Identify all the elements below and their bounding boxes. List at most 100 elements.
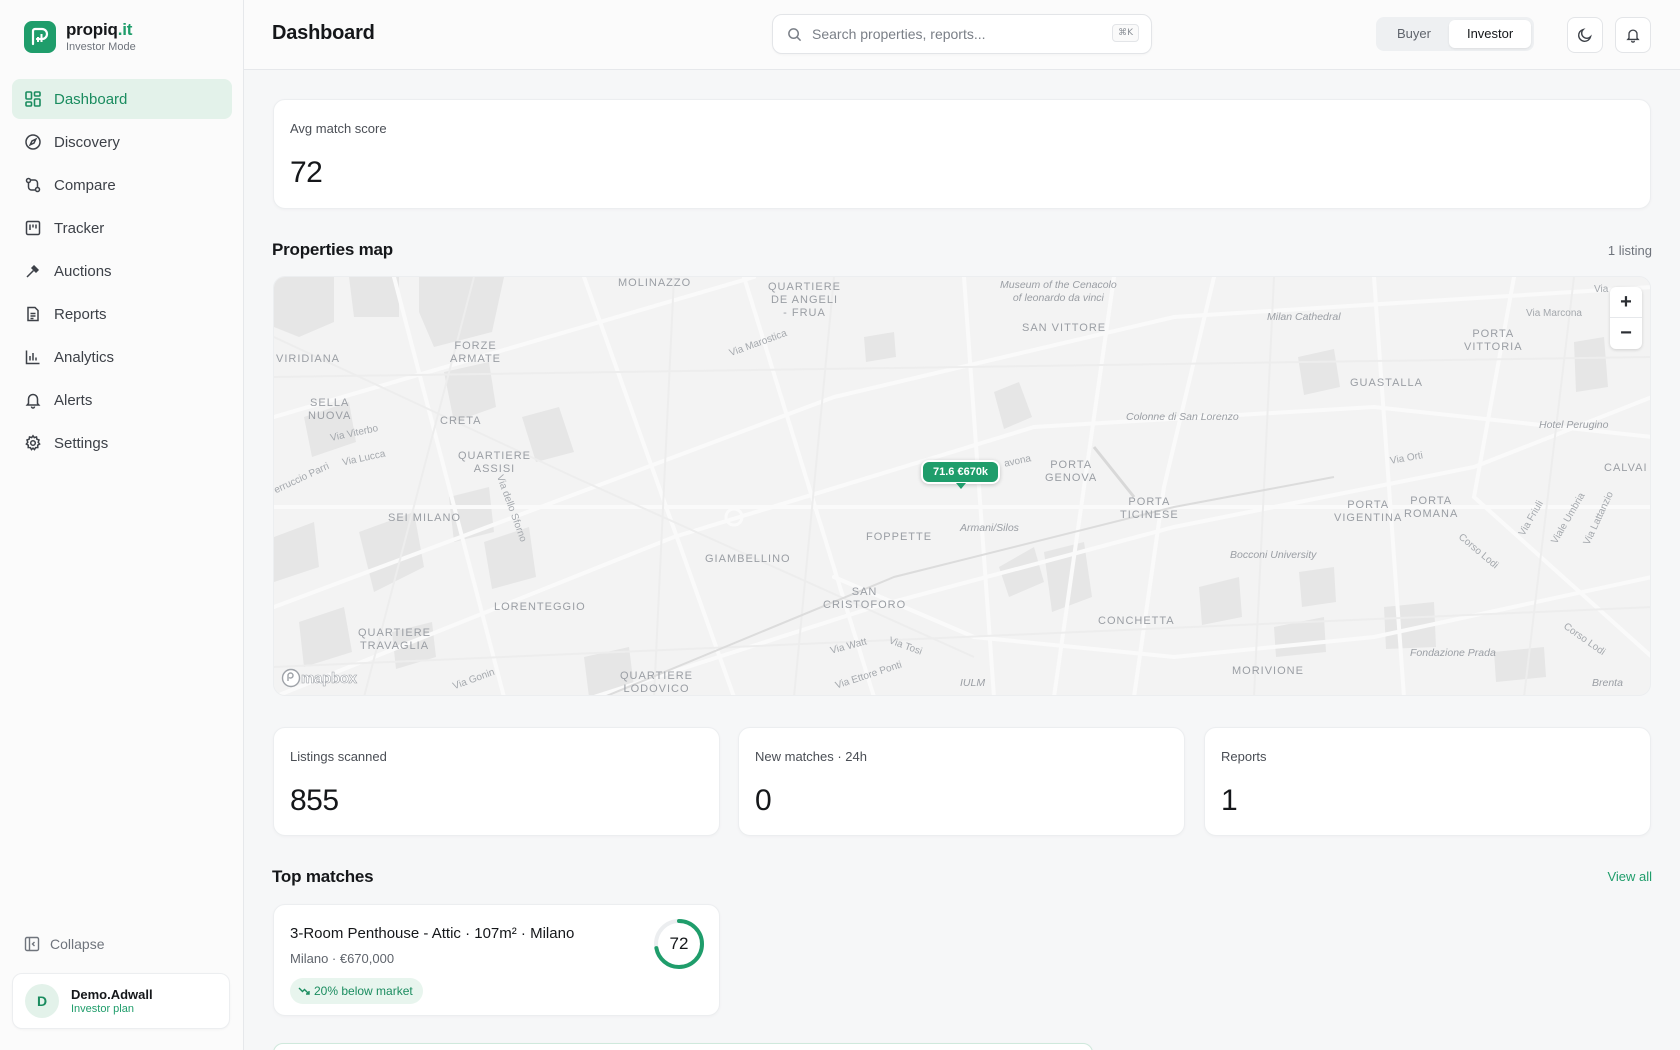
stat-label: Avg match score bbox=[290, 121, 387, 136]
zoom-out-button[interactable]: − bbox=[1610, 318, 1642, 349]
sidebar-item-tracker[interactable]: Tracker bbox=[12, 208, 232, 248]
map-label: Bocconi University bbox=[1230, 549, 1317, 561]
reports-card: Reports 1 bbox=[1204, 727, 1651, 836]
stat-value: 855 bbox=[290, 784, 339, 817]
map-label: Via Marcona bbox=[1526, 308, 1582, 319]
document-icon bbox=[24, 305, 42, 323]
map-label: PORTA TICINESE bbox=[1120, 496, 1179, 521]
notifications-button[interactable] bbox=[1615, 17, 1651, 53]
map-label: GUASTALLA bbox=[1350, 377, 1423, 389]
map-label: PORTA VITTORIA bbox=[1464, 328, 1523, 353]
map-label: GIAMBELLINO bbox=[705, 553, 791, 565]
bell-icon bbox=[1626, 29, 1640, 43]
stat-value: 1 bbox=[1221, 784, 1238, 817]
map-label: PORTA VIGENTINA bbox=[1334, 499, 1403, 524]
match-subtitle: Milano · €670,000 bbox=[290, 951, 395, 966]
brand[interactable]: propiq.it Investor Mode bbox=[24, 20, 136, 53]
top-matches-title: Top matches bbox=[272, 867, 374, 886]
map-label: Museum of the Cenacolo of leonardo da vi… bbox=[1000, 279, 1117, 304]
sidebar-item-settings[interactable]: Settings bbox=[12, 423, 232, 463]
map-label: Colonne di San Lorenzo bbox=[1126, 411, 1239, 423]
map-label: SAN VITTORE bbox=[1022, 322, 1107, 334]
sidebar-item-reports[interactable]: Reports bbox=[12, 294, 232, 334]
page-title: Dashboard bbox=[272, 22, 375, 44]
mapbox-logo[interactable]: mapbox bbox=[281, 668, 357, 688]
collapse-button[interactable]: Collapse bbox=[24, 936, 104, 952]
sidebar-item-label: Tracker bbox=[54, 219, 105, 237]
new-matches-card: New matches · 24h 0 bbox=[738, 727, 1185, 836]
sidebar: propiq.it Investor Mode Dashboard Discov… bbox=[0, 0, 244, 1050]
search-box[interactable]: ⌘K bbox=[772, 14, 1152, 54]
user-name: Demo.Adwall bbox=[71, 987, 153, 1002]
below-market-badge: 20% below market bbox=[290, 978, 423, 1004]
map-label: QUARTIERE DE ANGELI - FRUA bbox=[768, 281, 841, 319]
bar-chart-icon bbox=[24, 348, 42, 366]
avg-match-card: Avg match score 72 bbox=[273, 99, 1651, 209]
property-marker[interactable]: 71.6 €670k bbox=[921, 460, 1001, 489]
sidebar-item-discovery[interactable]: Discovery bbox=[12, 122, 232, 162]
sidebar-item-label: Discovery bbox=[54, 133, 120, 151]
sidebar-item-compare[interactable]: Compare bbox=[12, 165, 232, 205]
search-shortcut: ⌘K bbox=[1112, 24, 1139, 42]
match-title: 3-Room Penthouse - Attic · 107m² · Milan… bbox=[290, 925, 575, 942]
top-header: Dashboard ⌘K Buyer Investor bbox=[244, 0, 1680, 70]
sidebar-item-analytics[interactable]: Analytics bbox=[12, 337, 232, 377]
next-section-card bbox=[273, 1043, 1093, 1050]
search-input[interactable] bbox=[812, 26, 1102, 42]
brand-logo-icon bbox=[24, 20, 56, 53]
sidebar-item-label: Alerts bbox=[54, 391, 93, 409]
map-label: SELLA NUOVA bbox=[308, 397, 352, 422]
map-section-title: Properties map bbox=[272, 240, 393, 259]
map-label: FORZE ARMATE bbox=[450, 340, 502, 365]
map-label: QUARTIERE LODOVICO bbox=[620, 670, 693, 695]
map-zoom-controls: + − bbox=[1610, 287, 1642, 349]
mode-toggle: Buyer Investor bbox=[1376, 17, 1535, 51]
map-label: PORTA ROMANA bbox=[1404, 495, 1459, 520]
map-label: MORIVIONE bbox=[1232, 665, 1304, 677]
kanban-icon bbox=[24, 219, 42, 237]
sidebar-item-label: Dashboard bbox=[54, 90, 128, 108]
map-label: QUARTIERE ASSISI bbox=[458, 450, 531, 475]
theme-toggle-button[interactable] bbox=[1567, 17, 1603, 53]
user-plan: Investor plan bbox=[71, 1003, 134, 1015]
sidebar-item-dashboard[interactable]: Dashboard bbox=[12, 79, 232, 119]
map-label: FOPPETTE bbox=[866, 531, 933, 543]
map-label: SEI MILANO bbox=[388, 512, 461, 524]
map-label: CONCHETTA bbox=[1098, 615, 1175, 627]
sidebar-collapse-icon bbox=[24, 936, 40, 952]
sidebar-item-alerts[interactable]: Alerts bbox=[12, 380, 232, 420]
moon-icon bbox=[1577, 28, 1592, 43]
user-profile-card[interactable]: D Demo.Adwall Investor plan bbox=[12, 973, 230, 1029]
zoom-in-button[interactable]: + bbox=[1610, 287, 1642, 318]
view-all-link[interactable]: View all bbox=[1607, 869, 1652, 884]
map-label: CRETA bbox=[440, 415, 482, 427]
map-label: Brenta bbox=[1592, 677, 1623, 689]
map-label: Via bbox=[1594, 284, 1609, 295]
mode-buyer-button[interactable]: Buyer bbox=[1379, 20, 1449, 48]
map-label: QUARTIERE TRAVAGLIA bbox=[358, 627, 431, 652]
gavel-icon bbox=[24, 262, 42, 280]
map-label: CALVAI bbox=[1604, 462, 1648, 474]
sidebar-item-auctions[interactable]: Auctions bbox=[12, 251, 232, 291]
mapbox-attribution: mapbox bbox=[301, 669, 358, 687]
compass-icon bbox=[24, 133, 42, 151]
map-label: Hotel Perugino bbox=[1539, 419, 1609, 431]
match-card[interactable]: 3-Room Penthouse - Attic · 107m² · Milan… bbox=[273, 904, 720, 1016]
sidebar-item-label: Settings bbox=[54, 434, 109, 452]
match-score: 72 bbox=[669, 934, 689, 953]
mode-investor-button[interactable]: Investor bbox=[1448, 20, 1532, 48]
brand-name: propiq.it bbox=[66, 20, 133, 39]
dashboard-icon bbox=[24, 90, 42, 108]
stat-value: 72 bbox=[290, 156, 323, 189]
match-score-ring: 72 bbox=[653, 918, 705, 970]
sidebar-item-label: Auctions bbox=[54, 262, 112, 280]
properties-map[interactable]: MOLINAZZO QUARTIERE DE ANGELI - FRUA Mus… bbox=[273, 276, 1651, 696]
search-icon bbox=[788, 27, 802, 41]
map-label: Fondazione Prada bbox=[1410, 647, 1496, 659]
bell-icon bbox=[24, 391, 42, 409]
collapse-label: Collapse bbox=[50, 936, 105, 952]
sidebar-item-label: Compare bbox=[54, 176, 116, 194]
map-label: PORTA GENOVA bbox=[1045, 459, 1098, 484]
sidebar-item-label: Reports bbox=[54, 305, 107, 323]
sidebar-item-label: Analytics bbox=[54, 348, 115, 366]
